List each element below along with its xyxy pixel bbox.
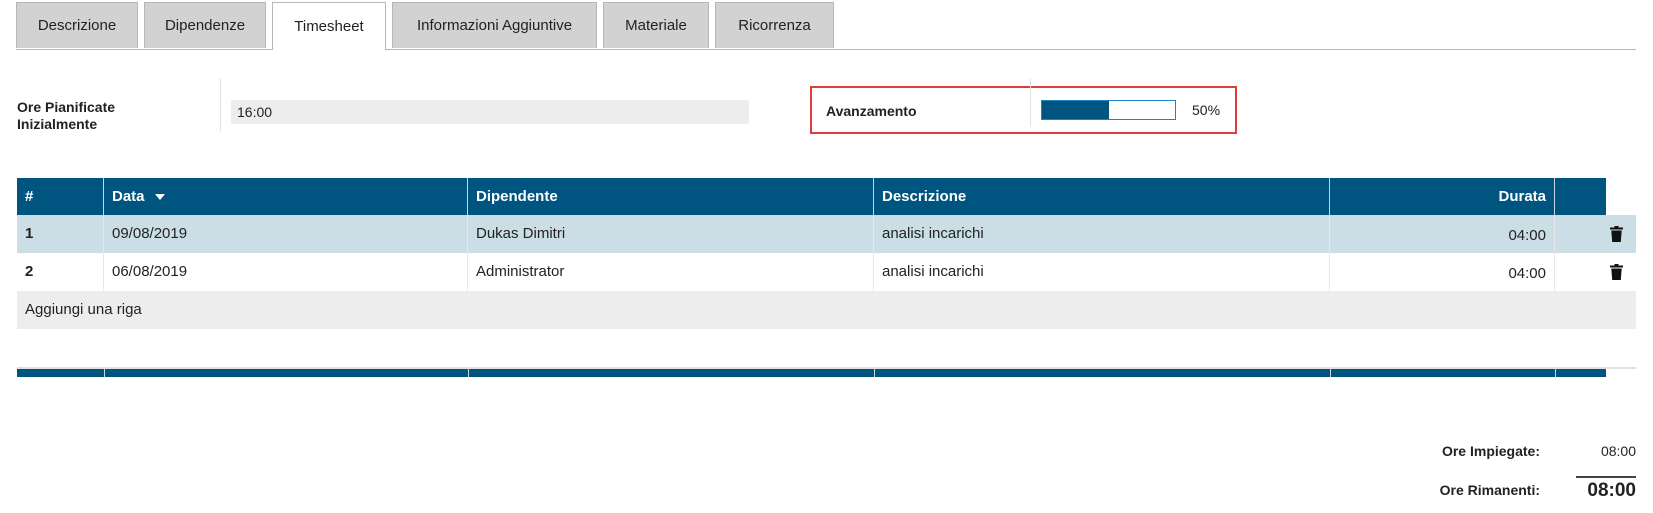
col-header-actions (1555, 178, 1606, 215)
col-header-dipendente[interactable]: Dipendente (468, 178, 874, 215)
footer-separator (1330, 369, 1331, 377)
cell-durata: 04:00 (1330, 215, 1555, 253)
cell-dipendente: Administrator (468, 253, 874, 291)
ore-impiegate-value: 08:00 (1600, 443, 1636, 459)
field-separator (1030, 78, 1031, 127)
progress-fill (1042, 101, 1109, 119)
ore-rimanenti-label: Ore Rimanenti: (1439, 482, 1540, 498)
tab-timesheet[interactable]: Timesheet (272, 2, 386, 50)
avanzamento-percent: 50% (1192, 102, 1221, 118)
tab-materiale[interactable]: Materiale (603, 2, 709, 48)
footer-separator (1555, 369, 1556, 377)
table-header: # Data Dipendente Descrizione Durata (17, 178, 1606, 215)
col-header-durata[interactable]: Durata (1330, 178, 1555, 215)
footer-separator (104, 369, 105, 377)
cell-descrizione: analisi incarichi (874, 215, 1330, 253)
trash-icon[interactable] (1610, 226, 1623, 242)
tab-dipendenze[interactable]: Dipendenze (144, 2, 266, 48)
tab-divider (16, 49, 1636, 50)
tab-ricorrenza[interactable]: Ricorrenza (715, 2, 834, 48)
footer-separator (468, 369, 469, 377)
col-header-descrizione[interactable]: Descrizione (874, 178, 1330, 215)
tab-descrizione[interactable]: Descrizione (16, 2, 138, 48)
timesheet-table: # Data Dipendente Descrizione Durata 1 0… (17, 178, 1636, 377)
cell-num: 2 (17, 253, 104, 291)
ore-pianificate-field[interactable]: 16:00 (231, 100, 749, 124)
sort-desc-icon (154, 194, 165, 201)
add-row-link[interactable]: Aggiungi una riga (17, 291, 1636, 329)
table-row[interactable]: 2 06/08/2019 Administrator analisi incar… (17, 253, 1636, 291)
table-row[interactable]: 1 09/08/2019 Dukas Dimitri analisi incar… (17, 215, 1636, 253)
cell-descrizione: analisi incarichi (874, 253, 1330, 291)
tab-bar: Descrizione Dipendenze Timesheet Informa… (16, 2, 840, 50)
ore-rimanenti-value: 08:00 (1576, 476, 1636, 502)
table-footer (17, 369, 1606, 377)
avanzamento-progress-bar (1041, 100, 1176, 120)
col-header-num[interactable]: # (17, 178, 104, 215)
table-empty-row (17, 329, 1636, 369)
cell-durata: 04:00 (1330, 253, 1555, 291)
avanzamento-label: Avanzamento (826, 103, 917, 119)
cell-dipendente: Dukas Dimitri (468, 215, 874, 253)
field-separator (220, 78, 221, 131)
cell-data: 09/08/2019 (104, 215, 468, 253)
cell-data: 06/08/2019 (104, 253, 468, 291)
footer-separator (874, 369, 875, 377)
ore-impiegate-label: Ore Impiegate: (1441, 443, 1540, 459)
col-header-data-label: Data (112, 188, 145, 205)
cell-num: 1 (17, 215, 104, 253)
trash-icon[interactable] (1610, 264, 1623, 280)
col-header-data[interactable]: Data (104, 178, 468, 215)
tab-informazioni-aggiuntive[interactable]: Informazioni Aggiuntive (392, 2, 597, 48)
ore-pianificate-label: Ore Pianificate Inizialmente (17, 99, 116, 132)
